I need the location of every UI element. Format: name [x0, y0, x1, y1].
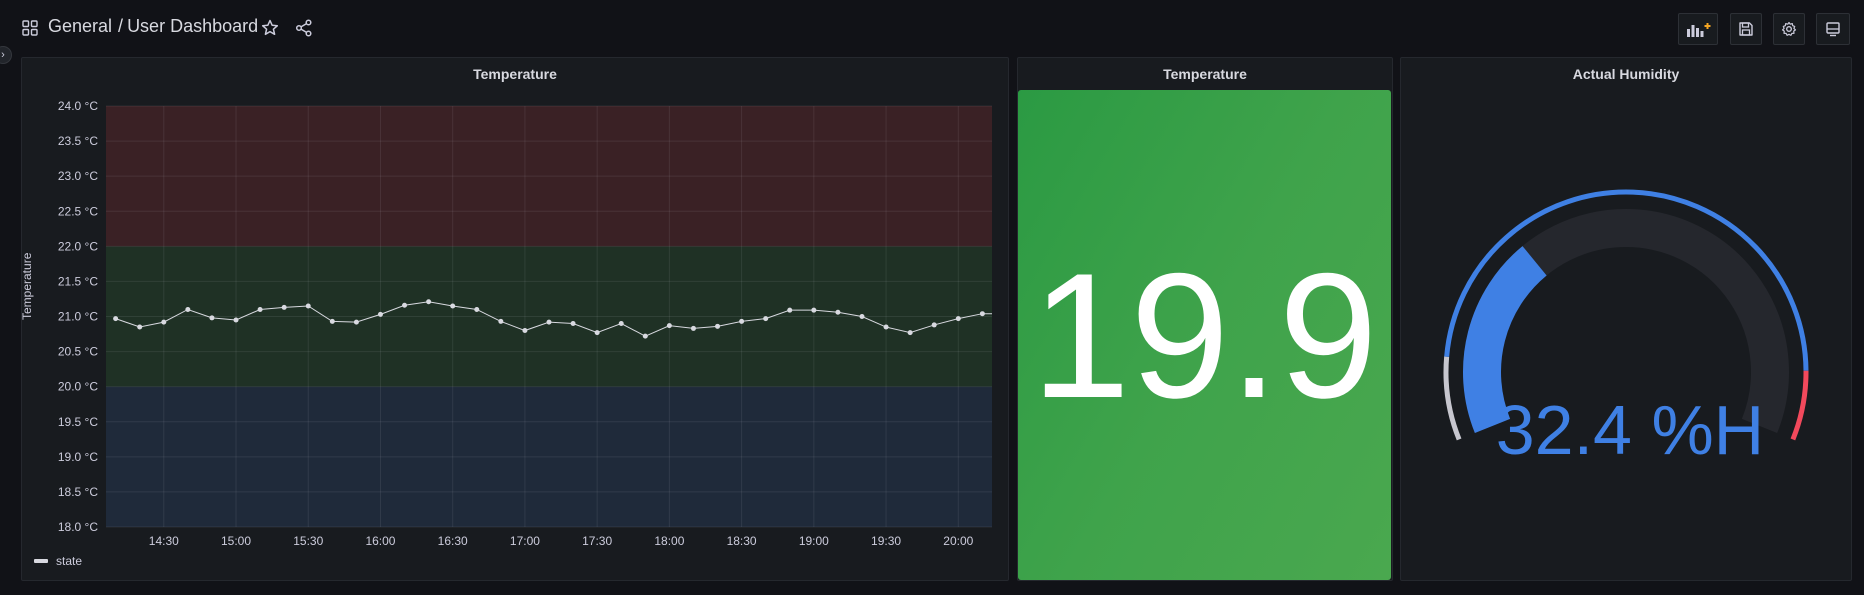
humidity-gauge	[1443, 189, 1809, 441]
gauge-value: 32.4 %H	[1495, 391, 1765, 469]
